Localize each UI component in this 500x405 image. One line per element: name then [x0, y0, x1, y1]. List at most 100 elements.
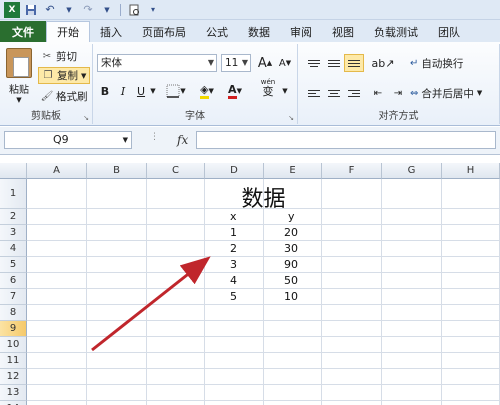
dropdown-icon[interactable]: ▼	[99, 2, 115, 18]
underline-button[interactable]: U	[133, 82, 149, 100]
row-header-7[interactable]: 7	[0, 289, 27, 305]
dropdown-icon[interactable]: ▼	[149, 82, 157, 100]
row-header-8[interactable]: 8	[0, 305, 27, 321]
y-value-cell[interactable]: 50	[284, 274, 298, 288]
gridline	[27, 336, 500, 337]
italic-button[interactable]: I	[115, 82, 131, 100]
dialog-launcher-icon[interactable]: ↘	[288, 114, 294, 122]
y-value-cell[interactable]: 30	[284, 242, 298, 256]
print-preview-icon[interactable]	[126, 2, 142, 18]
increase-indent-button[interactable]: ⇥	[388, 84, 408, 102]
name-box[interactable]: Q9 ▼	[4, 131, 132, 149]
tab-4[interactable]: 公式	[196, 22, 238, 42]
row-header-6[interactable]: 6	[0, 273, 27, 289]
header-y-cell[interactable]: y	[288, 210, 295, 224]
bold-button[interactable]: B	[97, 82, 113, 100]
bold-label: B	[100, 84, 110, 98]
redo-icon[interactable]: ↷	[80, 2, 96, 18]
x-value-cell[interactable]: 2	[230, 242, 237, 256]
row-header-9[interactable]: 9	[0, 321, 27, 337]
paste-label: 粘贴	[9, 85, 29, 96]
column-header-F[interactable]: F	[322, 163, 382, 179]
grow-font-button[interactable]: A ▲	[256, 54, 274, 72]
align-top-button[interactable]	[304, 54, 324, 72]
header-x-cell[interactable]: x	[230, 210, 237, 224]
x-value-cell[interactable]: 3	[230, 258, 237, 272]
column-header-E[interactable]: E	[264, 163, 322, 179]
phonetic-guide-button[interactable]: wén 变	[255, 78, 281, 97]
underline-label: U	[136, 84, 146, 98]
row-header-11[interactable]: 11	[0, 353, 27, 369]
font-color-button[interactable]: A ▼	[223, 82, 247, 100]
dropdown-icon[interactable]: ▼	[61, 2, 77, 18]
align-middle-button[interactable]	[324, 54, 344, 72]
tab-8[interactable]: 负载测试	[364, 22, 428, 42]
y-value-cell[interactable]: 90	[284, 258, 298, 272]
tab-3[interactable]: 页面布局	[132, 22, 196, 42]
dialog-launcher-icon[interactable]: ↘	[83, 114, 89, 122]
align-bottom-button[interactable]	[344, 54, 364, 72]
insert-function-button[interactable]: fx	[177, 133, 188, 147]
sheet-title-cell[interactable]: 数据	[205, 181, 322, 213]
dropdown-icon: ▼	[241, 58, 248, 67]
format-painter-button[interactable]: 🖌 格式刷	[38, 88, 91, 105]
copy-button[interactable]: ❐ 复制 ▼	[38, 67, 91, 84]
tab-1[interactable]: 开始	[46, 21, 90, 42]
row-header-1[interactable]: 1	[0, 179, 27, 209]
row-header-2[interactable]: 2	[0, 209, 27, 225]
borders-button[interactable]: ▼	[165, 82, 187, 100]
y-value-cell[interactable]: 20	[284, 226, 298, 240]
copy-label: 复制	[57, 70, 78, 82]
dropdown-icon[interactable]: ▼	[281, 82, 289, 100]
save-icon[interactable]	[23, 2, 39, 18]
align-left-button[interactable]	[304, 84, 324, 102]
customize-icon[interactable]: ▾	[145, 2, 161, 18]
undo-icon[interactable]: ↶	[42, 2, 58, 18]
column-header-C[interactable]: C	[147, 163, 205, 179]
row-header-14[interactable]: 14	[0, 401, 27, 405]
row-header-10[interactable]: 10	[0, 337, 27, 353]
dropdown-icon: ▼	[16, 96, 22, 104]
x-value-cell[interactable]: 1	[230, 226, 237, 240]
row-header-3[interactable]: 3	[0, 225, 27, 241]
gridline	[27, 352, 500, 353]
tab-0[interactable]: 文件	[0, 21, 46, 42]
tab-2[interactable]: 插入	[90, 22, 132, 42]
tab-9[interactable]: 团队	[428, 22, 470, 42]
paste-button[interactable]: 粘贴 ▼	[4, 48, 34, 106]
scissors-icon: ✂	[42, 51, 52, 62]
gridline	[27, 320, 500, 321]
gridline	[27, 224, 500, 225]
fill-color-button[interactable]: ◈ ▼	[195, 82, 219, 100]
column-header-B[interactable]: B	[87, 163, 147, 179]
dropdown-icon: ▼	[122, 136, 128, 144]
select-all-corner[interactable]	[0, 163, 27, 179]
x-value-cell[interactable]: 4	[230, 274, 237, 288]
tab-6[interactable]: 审阅	[280, 22, 322, 42]
row-header-13[interactable]: 13	[0, 385, 27, 401]
align-center-button[interactable]	[324, 84, 344, 102]
column-header-H[interactable]: H	[442, 163, 500, 179]
tab-7[interactable]: 视图	[322, 22, 364, 42]
row-header-12[interactable]: 12	[0, 369, 27, 385]
wrap-text-button[interactable]: ↵ 自动换行	[410, 54, 463, 72]
worksheet-grid[interactable]: ABCDEFGH1234567891011121314数据xy120230390…	[0, 163, 500, 405]
column-header-A[interactable]: A	[27, 163, 87, 179]
font-size-select[interactable]: 11 ▼	[221, 54, 251, 72]
align-right-button[interactable]	[344, 84, 364, 102]
decrease-indent-button[interactable]: ⇤	[368, 84, 388, 102]
font-name-select[interactable]: 宋体 ▼	[97, 54, 217, 72]
row-header-4[interactable]: 4	[0, 241, 27, 257]
column-header-D[interactable]: D	[205, 163, 264, 179]
orientation-button[interactable]: ab↗	[370, 54, 396, 72]
y-value-cell[interactable]: 10	[284, 290, 298, 304]
tab-5[interactable]: 数据	[238, 22, 280, 42]
shrink-font-button[interactable]: A ▼	[276, 54, 294, 72]
cut-button[interactable]: ✂ 剪切	[38, 48, 80, 65]
fill-bucket-icon: ◈	[200, 83, 209, 99]
x-value-cell[interactable]: 5	[230, 290, 237, 304]
merge-center-button[interactable]: ⇔ 合并后居中 ▼	[410, 84, 482, 102]
formula-input[interactable]	[196, 131, 496, 149]
row-header-5[interactable]: 5	[0, 257, 27, 273]
column-header-G[interactable]: G	[382, 163, 442, 179]
